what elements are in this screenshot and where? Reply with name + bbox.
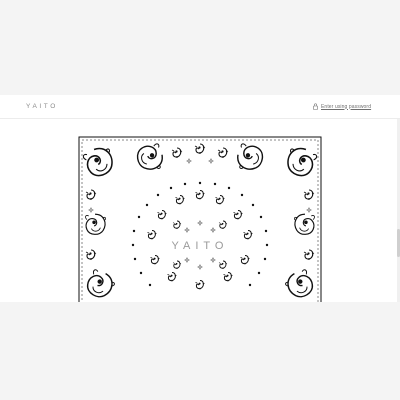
storefront-password-page: YAITO Enter using password YAITO <box>0 95 400 302</box>
site-header: YAITO Enter using password <box>0 95 400 119</box>
hero-bandana-image: YAITO <box>77 135 323 302</box>
bandana-center-brand: YAITO <box>172 240 229 252</box>
site-logo[interactable]: YAITO <box>26 103 58 110</box>
enter-password-link[interactable]: Enter using password <box>313 103 371 110</box>
lock-icon <box>313 103 318 110</box>
page-background: YAITO Enter using password YAITO <box>0 0 400 400</box>
paisley-pattern: YAITO <box>78 136 322 302</box>
enter-password-label: Enter using password <box>321 103 372 110</box>
